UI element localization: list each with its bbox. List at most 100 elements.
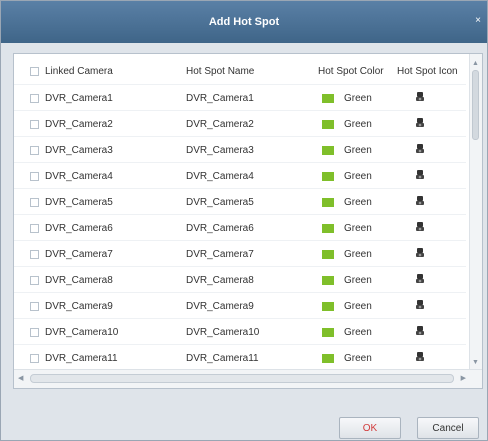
header-hot-spot-icon: Hot Spot Icon	[397, 65, 458, 77]
linked-camera-label: DVR_Camera7	[45, 248, 113, 260]
dialog-title-bar[interactable]: Add Hot Spot ×	[1, 1, 487, 43]
linked-camera-cell: DVR_Camera10	[30, 327, 118, 338]
cancel-button[interactable]: Cancel	[417, 417, 479, 439]
hot-spot-color-cell[interactable]: Green	[318, 171, 372, 182]
hot-spot-icon-cell[interactable]	[402, 273, 426, 288]
close-icon[interactable]: ×	[475, 15, 481, 26]
table-row[interactable]: DVR_Camera10 DVR_Camera10 Green	[14, 318, 466, 345]
hot-spot-icon-cell[interactable]	[402, 143, 426, 158]
linked-camera-cell: DVR_Camera2	[30, 119, 113, 130]
horizontal-scroll-thumb[interactable]	[30, 374, 454, 383]
vertical-scroll-thumb[interactable]	[472, 70, 479, 140]
camera-icon	[416, 247, 424, 257]
hot-spot-name-cell[interactable]: DVR_Camera8	[186, 275, 254, 286]
camera-icon	[416, 351, 424, 361]
row-checkbox[interactable]	[30, 327, 39, 337]
hot-spot-color-cell[interactable]: Green	[318, 145, 372, 156]
row-checkbox[interactable]	[30, 119, 39, 129]
hot-spot-name-cell[interactable]: DVR_Camera6	[186, 223, 254, 234]
hot-spot-name-cell[interactable]: DVR_Camera1	[186, 93, 254, 104]
scroll-left-icon[interactable]: ◀	[18, 374, 23, 382]
linked-camera-cell: DVR_Camera9	[30, 301, 113, 312]
camera-icon	[416, 325, 424, 335]
hot-spot-icon-cell[interactable]	[402, 117, 426, 132]
hot-spot-icon-cell[interactable]	[402, 247, 426, 262]
horizontal-scrollbar[interactable]: ◀ ▶	[14, 369, 482, 388]
table-row[interactable]: DVR_Camera11 DVR_Camera11 Green	[14, 344, 466, 371]
hot-spot-color-cell[interactable]: Green	[318, 301, 372, 312]
row-checkbox[interactable]	[30, 93, 39, 103]
table-row[interactable]: DVR_Camera5 DVR_Camera5 Green	[14, 188, 466, 215]
camera-icon	[416, 273, 424, 283]
hot-spot-icon-cell[interactable]	[402, 351, 426, 366]
hot-spot-color-cell[interactable]: Green	[318, 197, 372, 208]
dialog-title: Add Hot Spot	[208, 16, 280, 28]
table-row[interactable]: DVR_Camera2 DVR_Camera2 Green	[14, 110, 466, 137]
green-swatch-icon	[322, 119, 334, 129]
hot-spot-color-cell[interactable]: Green	[318, 249, 372, 260]
hot-spot-icon-cell[interactable]	[402, 91, 426, 106]
add-hot-spot-dialog: Add Hot Spot × Linked Camera Hot Spot Na…	[0, 0, 488, 441]
hot-spot-icon-cell[interactable]	[402, 221, 426, 236]
linked-camera-label: DVR_Camera2	[45, 118, 113, 130]
header-hot-spot-name: Hot Spot Name	[186, 65, 255, 77]
camera-icon	[416, 143, 424, 153]
hot-spot-color-label: Green	[344, 222, 372, 234]
table-row[interactable]: DVR_Camera9 DVR_Camera9 Green	[14, 292, 466, 319]
table-row[interactable]: DVR_Camera4 DVR_Camera4 Green	[14, 162, 466, 189]
hot-spot-color-label: Green	[344, 144, 372, 156]
row-checkbox[interactable]	[30, 353, 39, 363]
camera-icon	[416, 221, 424, 231]
hot-spot-name-cell[interactable]: DVR_Camera9	[186, 301, 254, 312]
linked-camera-label: DVR_Camera6	[45, 222, 113, 234]
row-checkbox[interactable]	[30, 223, 39, 233]
table-row[interactable]: DVR_Camera7 DVR_Camera7 Green	[14, 240, 466, 267]
ok-button[interactable]: OK	[339, 417, 401, 439]
vertical-scrollbar[interactable]: ▲ ▼	[469, 54, 482, 372]
select-all-checkbox[interactable]	[30, 66, 39, 76]
green-swatch-icon	[322, 171, 334, 181]
hot-spot-color-cell[interactable]: Green	[318, 119, 372, 130]
header-hot-spot-color: Hot Spot Color	[318, 65, 384, 77]
table-row[interactable]: DVR_Camera1 DVR_Camera1 Green	[14, 84, 466, 111]
hot-spot-name-cell[interactable]: DVR_Camera2	[186, 119, 254, 130]
hot-spot-color-cell[interactable]: Green	[318, 93, 372, 104]
table-row[interactable]: DVR_Camera6 DVR_Camera6 Green	[14, 214, 466, 241]
hot-spot-name-cell[interactable]: DVR_Camera5	[186, 197, 254, 208]
linked-camera-cell: DVR_Camera7	[30, 249, 113, 260]
hot-spot-color-label: Green	[344, 248, 372, 260]
hot-spot-color-cell[interactable]: Green	[318, 223, 372, 234]
hot-spot-color-cell[interactable]: Green	[318, 275, 372, 286]
hot-spot-color-label: Green	[344, 326, 372, 338]
green-swatch-icon	[322, 223, 334, 233]
hot-spot-color-cell[interactable]: Green	[318, 327, 372, 338]
scroll-down-icon[interactable]: ▼	[472, 359, 479, 366]
green-swatch-icon	[322, 197, 334, 207]
hot-spot-name-cell[interactable]: DVR_Camera3	[186, 145, 254, 156]
hot-spot-icon-cell[interactable]	[402, 325, 426, 340]
hot-spot-color-cell[interactable]: Green	[318, 353, 372, 364]
linked-camera-label: DVR_Camera11	[45, 352, 118, 364]
row-checkbox[interactable]	[30, 145, 39, 155]
scroll-up-icon[interactable]: ▲	[472, 60, 479, 67]
hot-spot-icon-cell[interactable]	[402, 195, 426, 210]
linked-camera-cell: DVR_Camera3	[30, 145, 113, 156]
row-checkbox[interactable]	[30, 249, 39, 259]
camera-icon	[416, 195, 424, 205]
hot-spot-name-cell[interactable]: DVR_Camera7	[186, 249, 254, 260]
hot-spot-icon-cell[interactable]	[402, 299, 426, 314]
table-row[interactable]: DVR_Camera3 DVR_Camera3 Green	[14, 136, 466, 163]
hot-spot-name-cell[interactable]: DVR_Camera11	[186, 353, 259, 364]
linked-camera-label: DVR_Camera4	[45, 170, 113, 182]
scroll-right-icon[interactable]: ▶	[461, 374, 466, 382]
hot-spot-name-cell[interactable]: DVR_Camera10	[186, 327, 259, 338]
row-checkbox[interactable]	[30, 275, 39, 285]
hot-spot-icon-cell[interactable]	[402, 169, 426, 184]
hot-spot-name-cell[interactable]: DVR_Camera4	[186, 171, 254, 182]
camera-icon	[416, 299, 424, 309]
linked-camera-cell: DVR_Camera8	[30, 275, 113, 286]
row-checkbox[interactable]	[30, 197, 39, 207]
table-row[interactable]: DVR_Camera8 DVR_Camera8 Green	[14, 266, 466, 293]
row-checkbox[interactable]	[30, 171, 39, 181]
row-checkbox[interactable]	[30, 301, 39, 311]
